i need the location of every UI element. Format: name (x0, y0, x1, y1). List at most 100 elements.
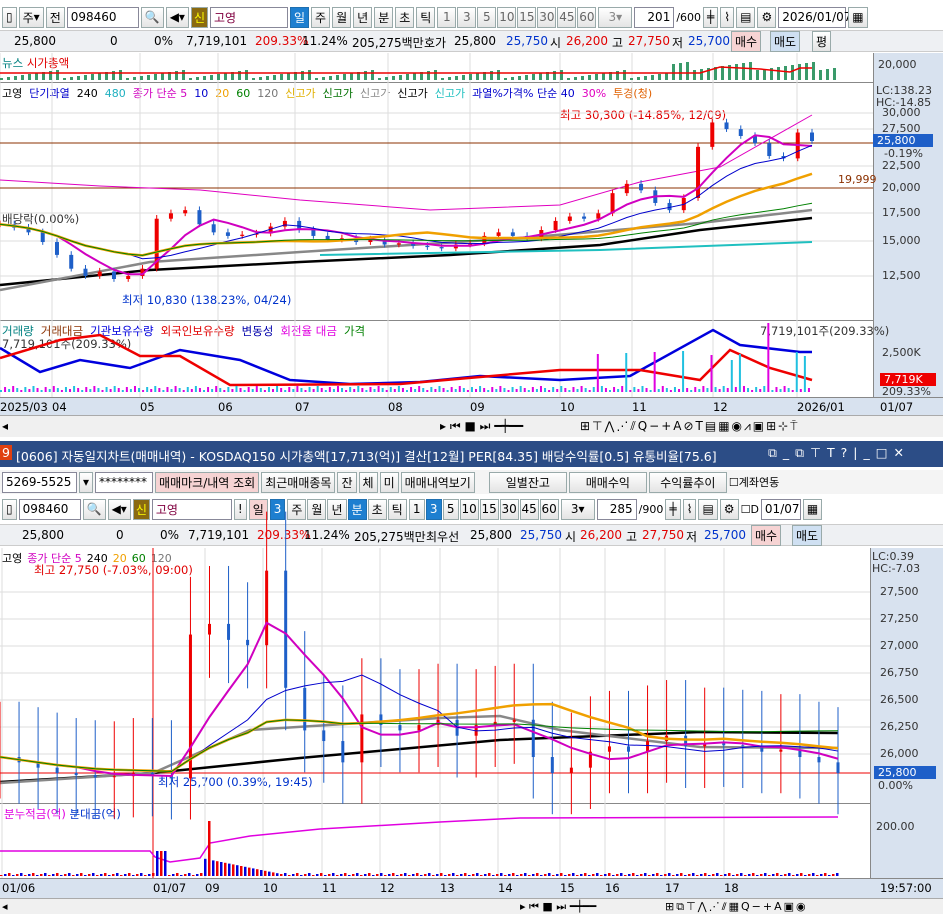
scroll-toolbar[interactable]: ◂ ▸ ⏮ ■ ⏭ ━┿━━ ⊞⊤⋀⋰⫽Q−+A⊘T▤▦◉⩘▣⊞⊹⍑ (0, 415, 943, 437)
balance-button[interactable]: 잔 (337, 471, 357, 493)
tab-0[interactable]: 주 (287, 498, 307, 520)
tab-day[interactable]: 일 (248, 498, 268, 520)
candle-tool-icon[interactable]: ╪ (665, 498, 681, 520)
stock-name-field[interactable]: 고영 (151, 498, 232, 520)
calendar-icon[interactable]: ▦ (848, 6, 868, 28)
count-select[interactable]: 3 ▾ (560, 498, 595, 520)
minute-button-5[interactable]: 5 (477, 6, 497, 28)
drawing-tools[interactable]: ⊞⊤⋀⋰⫽Q−+A⊘T▤▦◉⩘▣⊞⊹⍑ (580, 419, 799, 434)
gear-icon[interactable]: ⚙ (757, 6, 777, 28)
tab-1[interactable]: 월 (307, 498, 327, 520)
trade-profit-button[interactable]: 매매수익 (568, 471, 647, 493)
window-controls[interactable]: ⧉_⧉⊤T?|_□✕ (768, 445, 910, 461)
tab-month[interactable]: 월 (332, 6, 352, 28)
filled-button[interactable]: 체 (358, 471, 378, 493)
legend-item[interactable]: 외국인보유수량 (161, 324, 235, 338)
minute-button-15[interactable]: 15 (479, 498, 499, 520)
legend-item[interactable]: 신고가 (435, 87, 465, 100)
candle-tool-icon[interactable]: ╪ (703, 6, 719, 28)
minute-button-60[interactable]: 60 (539, 498, 559, 520)
alert-button[interactable]: ! (233, 498, 247, 520)
legend-item[interactable]: 고영 (2, 87, 22, 100)
calendar-icon[interactable]: ▦ (802, 498, 823, 520)
count-select[interactable]: 3 ▾ (598, 6, 633, 28)
minute-button-3[interactable]: 3 (457, 6, 477, 28)
legend-item[interactable]: 신고가 (360, 87, 390, 100)
scroll-left-icon[interactable]: ◂ (2, 419, 8, 433)
stock-name-field[interactable]: 고영 (210, 6, 288, 28)
speaker-icon[interactable]: ◀▾ (107, 498, 131, 520)
legend-item[interactable]: 60 (236, 87, 250, 100)
count-input[interactable]: 285 (596, 498, 637, 520)
legend-item[interactable]: 가격 (344, 324, 365, 338)
sell-button[interactable]: 매도 (792, 525, 823, 546)
date-checkbox[interactable]: ☐D (741, 503, 759, 516)
legend-item[interactable]: 회전율 대금 (280, 324, 337, 338)
legend-item[interactable]: 20 (215, 87, 229, 100)
count-input[interactable]: 201 (634, 6, 675, 28)
minute-button-30[interactable]: 30 (499, 498, 519, 520)
line-tool-icon[interactable]: ⌇ (682, 498, 697, 520)
save-icon[interactable]: ▤ (736, 6, 756, 28)
minute-button-1[interactable]: 1 (437, 6, 457, 28)
password-input[interactable]: ******** (95, 471, 154, 493)
minute-button-10[interactable]: 10 (497, 6, 517, 28)
prev-button[interactable]: 전 (45, 6, 65, 28)
tab-day[interactable]: 일 (290, 6, 310, 28)
save-icon[interactable]: ▤ (698, 498, 718, 520)
account-link-checkbox[interactable]: ☐계좌연동 (729, 474, 779, 490)
legend-item[interactable]: 단기과열 (29, 87, 69, 100)
daily-balance-button[interactable]: 일별잔고 (488, 471, 567, 493)
account-input[interactable]: 5269-5525 (2, 471, 77, 493)
sell-button[interactable]: 매도 (770, 31, 801, 52)
layout-icon[interactable]: ▯ (2, 498, 17, 520)
tab-second[interactable]: 초 (395, 6, 415, 28)
trade-mark-query-button[interactable]: 매매마크/내역 조회 (155, 471, 260, 493)
minute-button-45[interactable]: 45 (557, 6, 577, 28)
legend-item[interactable]: 신고가 (397, 87, 427, 100)
tab-week[interactable]: 주 (311, 6, 331, 28)
legend-item[interactable]: 240 (77, 87, 98, 100)
minute-button-15[interactable]: 15 (517, 6, 537, 28)
speaker-icon[interactable]: ◀▾ (165, 6, 189, 28)
recent-trades-button[interactable]: 최근매매종목 (261, 471, 336, 493)
day-count[interactable]: 3 (269, 498, 286, 520)
legend-item[interactable]: 투경(청) (613, 87, 652, 100)
legend-item[interactable]: 과열%가격% 단순 40 (472, 87, 575, 100)
unfilled-button[interactable]: 미 (379, 471, 399, 493)
minute-button-3[interactable]: 3 (425, 498, 442, 520)
line-tool-icon[interactable]: ⌇ (720, 6, 735, 28)
legend-item[interactable]: 고영 (2, 552, 22, 565)
scroll-left-icon[interactable]: ◂ (2, 900, 8, 913)
legend-item[interactable]: 신고가 (323, 87, 353, 100)
legend-item[interactable]: 480 (105, 87, 126, 100)
legend-item[interactable]: 종가 단순 5 (133, 87, 187, 100)
buy-button[interactable]: 매수 (751, 525, 782, 546)
scroll-toolbar[interactable]: ◂ ▸ ⏮ ■ ⏭ ━┿━━ ⊞⧉⊤⋀⋰⫽▦Q−+A▣◉ (0, 898, 943, 914)
search-icon[interactable]: 🔍 (140, 6, 164, 28)
minute-button-10[interactable]: 10 (459, 498, 479, 520)
minute-button-1[interactable]: 1 (408, 498, 425, 520)
legend-item[interactable]: 변동성 (242, 324, 274, 338)
buy-button[interactable]: 매수 (731, 31, 762, 52)
tab-2[interactable]: 년 (327, 498, 347, 520)
tab-tick[interactable]: 틱 (416, 6, 436, 28)
tab-5[interactable]: 틱 (387, 498, 407, 520)
tab-year[interactable]: 년 (353, 6, 373, 28)
minute-button-30[interactable]: 30 (537, 6, 557, 28)
gear-icon[interactable]: ⚙ (719, 498, 739, 520)
period-select[interactable]: 주 ▾ (18, 6, 44, 28)
tab-3[interactable]: 분 (347, 498, 367, 520)
drawing-tools[interactable]: ⊞⧉⊤⋀⋰⫽▦Q−+A▣◉ (665, 900, 808, 914)
legend-item[interactable]: 신고가 (285, 87, 315, 100)
tab-4[interactable]: 초 (367, 498, 387, 520)
minute-button-60[interactable]: 60 (577, 6, 597, 28)
minute-button-5[interactable]: 5 (442, 498, 459, 520)
account-dropdown[interactable]: ▾ (79, 471, 94, 493)
minute-button-45[interactable]: 45 (519, 498, 539, 520)
date-input[interactable]: 01/07 (760, 498, 801, 520)
search-icon[interactable]: 🔍 (82, 498, 106, 520)
tab-minute[interactable]: 분 (374, 6, 394, 28)
legend-item[interactable]: 30% (582, 87, 606, 100)
trade-history-button[interactable]: 매매내역보기 (400, 471, 475, 493)
